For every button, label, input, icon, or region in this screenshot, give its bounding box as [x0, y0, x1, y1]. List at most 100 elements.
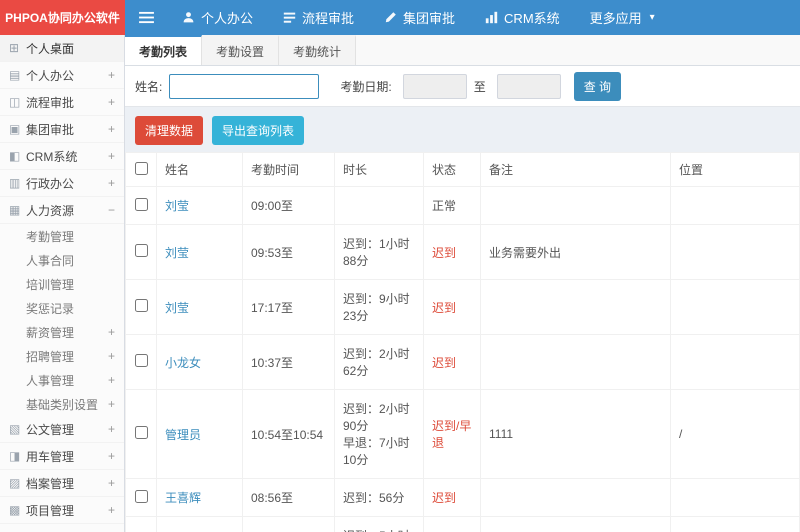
- sidebar-children: 考勤管理 人事合同 培训管理 奖惩记录 薪资管理 + 招聘管理 + 人事管理 +…: [0, 224, 124, 416]
- tab-bar: 考勤列表 考勤设置 考勤统计: [125, 35, 800, 66]
- employee-name-link[interactable]: 刘莹: [165, 301, 189, 315]
- sidebar-subitem[interactable]: 薪资管理 +: [0, 320, 124, 344]
- row-checkbox[interactable]: [134, 354, 148, 367]
- expand-icon: +: [107, 149, 115, 163]
- remark-cell: 1111: [480, 389, 671, 479]
- row-checkbox[interactable]: [134, 426, 148, 439]
- remark-cell: 业务需要外出: [480, 224, 671, 280]
- sidebar-item[interactable]: ▤ 个人办公 +: [0, 62, 124, 89]
- date-to-input[interactable]: [496, 73, 561, 99]
- row-checkbox[interactable]: [134, 197, 148, 211]
- nav-label: 个人办公: [201, 11, 254, 26]
- expand-icon: +: [107, 95, 115, 109]
- expand-icon: +: [107, 373, 115, 387]
- sidebar-item-label: 项目管理: [26, 503, 75, 518]
- clean-data-button[interactable]: 清理数据: [135, 116, 204, 145]
- nav-label: 流程审批: [302, 11, 355, 26]
- sidebar-subitem-label: 培训管理: [26, 277, 75, 292]
- nav-group-approval[interactable]: 集团审批: [369, 0, 470, 35]
- attendance-time-cell: 08:56至: [242, 478, 335, 517]
- column-header: 状态: [423, 152, 481, 187]
- status-badge: 迟到/早退: [432, 419, 472, 450]
- sidebar-item[interactable]: ▨ 档案管理 +: [0, 470, 124, 497]
- row-checkbox[interactable]: [134, 244, 148, 257]
- sidebar-item-label: 流程审批: [26, 95, 75, 110]
- employee-name-link[interactable]: 管理员: [165, 428, 201, 442]
- sidebar-item-label: 用车管理: [26, 449, 75, 464]
- location-cell: [670, 224, 800, 280]
- sidebar-subitem-label: 薪资管理: [26, 325, 75, 340]
- tab[interactable]: 考勤统计: [279, 35, 357, 65]
- employee-name-link[interactable]: 小龙女: [165, 356, 201, 370]
- sidebar-item[interactable]: ▣ 集团审批 +: [0, 116, 124, 143]
- duration-cell: [334, 186, 424, 225]
- status-badge: 迟到: [432, 355, 457, 370]
- row-checkbox[interactable]: [134, 489, 148, 503]
- expand-icon: +: [107, 122, 115, 136]
- sidebar-subitem[interactable]: 招聘管理 +: [0, 344, 124, 368]
- sidebar-subitem[interactable]: 奖惩记录: [0, 296, 124, 320]
- admin-office-icon: ▥: [9, 176, 21, 190]
- sidebar-item[interactable]: ▩ 项目管理 +: [0, 497, 124, 524]
- nav-more-apps[interactable]: 更多应用 ▾: [575, 0, 670, 35]
- sidebar-item[interactable]: ▦ 人力资源 −: [0, 197, 124, 224]
- edit-icon: [384, 11, 397, 24]
- sidebar-item-label: 人力资源: [26, 203, 75, 218]
- status-badge: 迟到: [432, 300, 457, 315]
- app-logo[interactable]: PHPOA协同办公软件: [0, 0, 125, 35]
- nav-crm[interactable]: CRM系统: [470, 0, 575, 35]
- sidebar-item[interactable]: ◫ 流程审批 +: [0, 89, 124, 116]
- attendance-time-cell: 10:37至: [242, 334, 335, 390]
- select-all-checkbox[interactable]: [134, 161, 148, 175]
- remark-cell: [480, 516, 671, 532]
- expand-icon: +: [107, 397, 115, 411]
- column-header: 姓名: [156, 152, 243, 187]
- search-button[interactable]: 查 询: [573, 71, 622, 101]
- sidebar-item[interactable]: ⊞ 个人桌面: [0, 35, 124, 62]
- hamburger-menu-icon[interactable]: [125, 0, 167, 35]
- tab[interactable]: 考勤列表: [125, 35, 203, 65]
- employee-name-link[interactable]: 王喜辉: [165, 491, 201, 505]
- table-header-row: 姓名 考勤时间 时长 状态 备注 位置: [125, 152, 800, 187]
- sidebar-item[interactable]: ▧ 公文管理 +: [0, 416, 124, 443]
- sidebar-item[interactable]: ◧ CRM系统 +: [0, 143, 124, 170]
- group-approval-icon: ▣: [9, 122, 21, 136]
- sidebar: ⊞ 个人桌面 ▤ 个人办公 + ◫ 流程审批 + ▣ 集团审批 + ◧ CRM系…: [0, 35, 125, 532]
- sidebar-subitem-label: 奖惩记录: [26, 301, 75, 316]
- column-header: 时长: [334, 152, 424, 187]
- sidebar-subitem[interactable]: 基础类别设置 +: [0, 392, 124, 416]
- sidebar-subitem[interactable]: 人事合同: [0, 248, 124, 272]
- sidebar-item[interactable]: ◨ 用车管理 +: [0, 443, 124, 470]
- employee-name-link[interactable]: 刘莹: [165, 199, 189, 213]
- main-nav: 个人办公 流程审批 集团审批 CRM系统 更多应用 ▾: [167, 0, 670, 35]
- name-input[interactable]: [169, 73, 320, 99]
- tab[interactable]: 考勤设置: [202, 35, 280, 65]
- date-from-input[interactable]: [402, 73, 467, 99]
- duration-cell: 迟到：5小时33分 早退：4小时67分: [334, 516, 424, 532]
- sidebar-subitem[interactable]: 培训管理: [0, 272, 124, 296]
- sidebar-subitem[interactable]: 人事管理 +: [0, 368, 124, 392]
- employee-name-link[interactable]: 刘莹: [165, 246, 189, 260]
- sidebar-subitem[interactable]: 考勤管理: [0, 224, 124, 248]
- sidebar-item-label: CRM系统: [26, 149, 78, 164]
- sidebar-item[interactable]: ▥ 行政办公 +: [0, 170, 124, 197]
- sidebar-subitem-label: 招聘管理: [26, 349, 75, 364]
- expand-icon: +: [107, 349, 115, 363]
- location-cell: [670, 279, 800, 335]
- sidebar-item-label: 个人办公: [26, 68, 75, 83]
- expand-icon: +: [107, 422, 115, 436]
- app-header: PHPOA协同办公软件 个人办公 流程审批 集团审批 CRM系统 更多应用 ▾: [0, 0, 800, 35]
- attendance-time-cell: 09:53至: [242, 224, 335, 280]
- nav-process-approval[interactable]: 流程审批: [268, 0, 369, 35]
- sidebar-item-label: 个人桌面: [26, 41, 75, 56]
- expand-icon: +: [107, 449, 115, 463]
- nav-personal-office[interactable]: 个人办公: [167, 0, 268, 35]
- attendance-table: 姓名 考勤时间 时长 状态 备注 位置 刘莹 09:00至 正常 刘莹 09:5…: [125, 152, 800, 532]
- export-list-button[interactable]: 导出查询列表: [212, 116, 305, 145]
- archive-mgmt-icon: ▨: [9, 476, 21, 490]
- sidebar-item-label: 集团审批: [26, 122, 75, 137]
- sidebar-subitem-label: 考勤管理: [26, 229, 75, 244]
- column-header: 考勤时间: [242, 152, 335, 187]
- desktop-icon: ⊞: [9, 41, 20, 55]
- row-checkbox[interactable]: [134, 299, 148, 312]
